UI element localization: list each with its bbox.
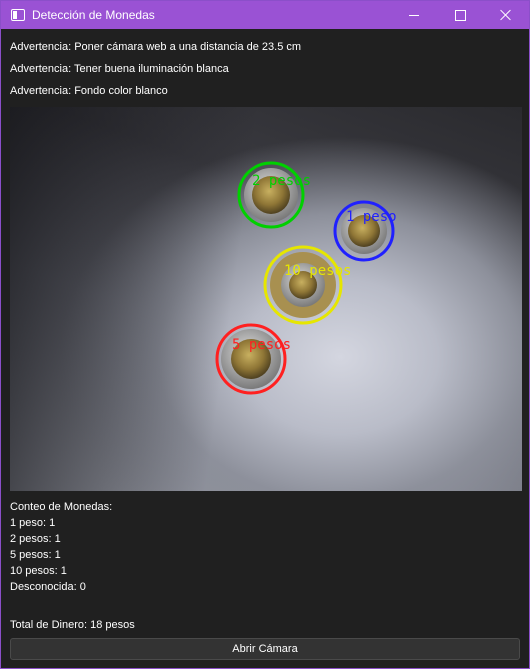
detection-label-5-pesos: 5 pesos (232, 337, 291, 353)
coin-1-peso: 1 peso (333, 200, 397, 262)
main-window: Detección de Monedas Advertencia: Poner … (0, 0, 530, 669)
warning-background: Advertencia: Fondo color blanco (10, 85, 168, 97)
count-1-peso: 1 peso: 1 (10, 517, 56, 529)
count-2-pesos: 2 pesos: 1 (10, 533, 61, 545)
close-button[interactable] (483, 1, 529, 29)
coin-5-pesos: 5 pesos (215, 323, 291, 395)
close-icon (500, 9, 512, 21)
total-money: Total de Dinero: 18 pesos (10, 619, 135, 631)
title-bar[interactable]: Detección de Monedas (1, 1, 529, 29)
warning-lighting: Advertencia: Tener buena iluminación bla… (10, 63, 229, 75)
count-5-pesos: 5 pesos: 1 (10, 549, 61, 561)
window-title: Detección de Monedas (32, 8, 155, 22)
maximize-icon (454, 9, 466, 21)
main-content: Advertencia: Poner cámara web a una dist… (1, 36, 529, 660)
app-window-icon (11, 9, 25, 21)
minimize-icon (409, 14, 419, 16)
maximize-button[interactable] (437, 1, 483, 29)
count-10-pesos: 10 pesos: 1 (10, 565, 67, 577)
coin-10-pesos: 10 pesos (263, 245, 351, 325)
coin-2-pesos: 2 pesos (237, 161, 311, 229)
detection-label-1-peso: 1 peso (346, 209, 397, 225)
count-unknown: Desconocida: 0 (10, 581, 86, 593)
detection-overlay: 2 pesos 1 peso 10 pesos 5 pesos (215, 161, 397, 395)
minimize-button[interactable] (391, 1, 437, 29)
open-camera-button[interactable]: Abrir Cámara (10, 638, 520, 660)
detection-label-2-pesos: 2 pesos (252, 173, 311, 189)
coin-count-panel: Conteo de Monedas: 1 peso: 1 2 pesos: 1 … (10, 499, 520, 595)
count-heading: Conteo de Monedas: (10, 501, 113, 513)
camera-feed: 2 pesos 1 peso 10 pesos 5 pesos (10, 107, 522, 491)
warning-distance: Advertencia: Poner cámara web a una dist… (10, 41, 302, 53)
detection-label-10-pesos: 10 pesos (284, 263, 351, 279)
window-controls (391, 1, 529, 29)
